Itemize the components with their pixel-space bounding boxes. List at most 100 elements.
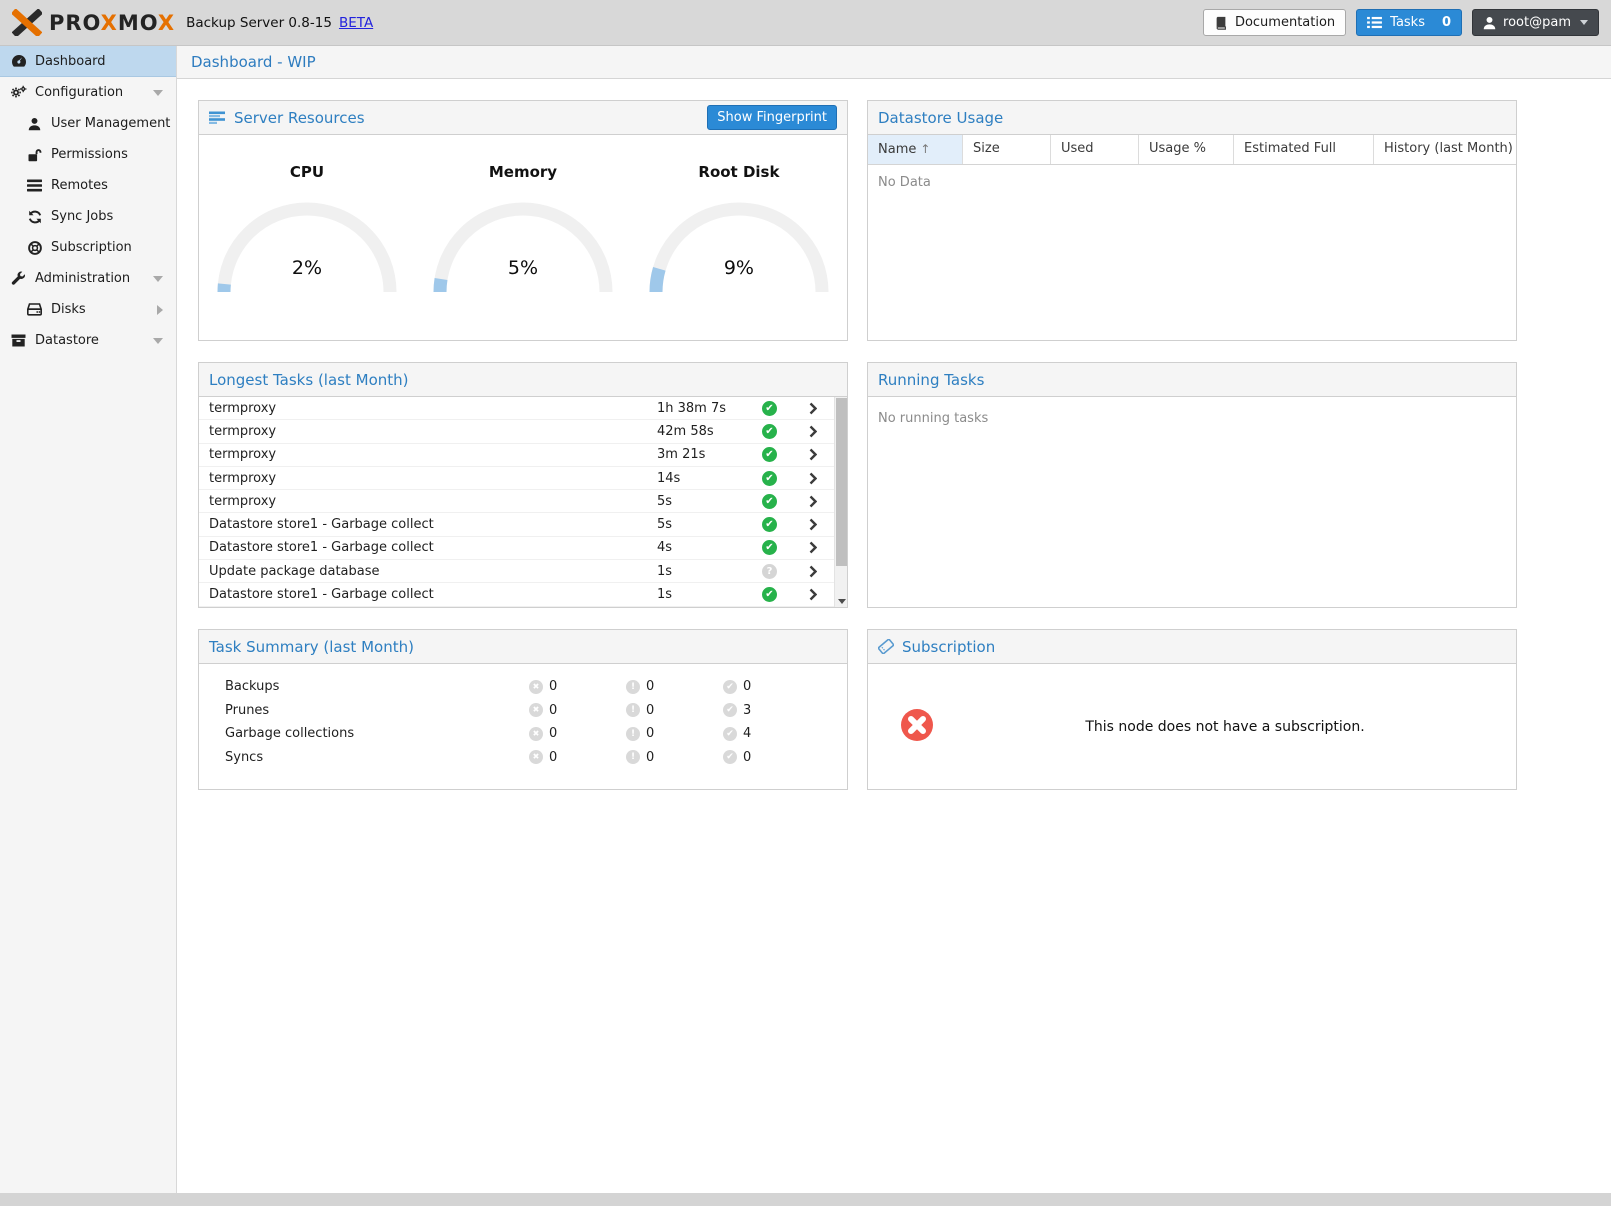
disk-icon [26,302,43,318]
warning-count-icon [626,703,640,717]
column-header-estimated-full[interactable]: Estimated Full [1234,135,1374,164]
user-menu-button[interactable]: root@pam [1472,9,1599,36]
tachometer-icon [10,53,27,69]
warning-count-icon [626,680,640,694]
sort-asc-icon: ↑ [920,142,930,156]
sidebar-item-disks[interactable]: Disks [0,294,176,325]
user-icon [26,116,43,132]
root-disk-gauge-value: 9% [644,257,834,279]
task-row[interactable]: Update package database 1s [199,560,834,583]
ok-count-icon [723,750,737,764]
task-list-scrollbar[interactable] [834,397,847,607]
beta-link[interactable]: BETA [339,15,373,31]
warning-count-icon [626,750,640,764]
task-row[interactable]: termproxy 1h 38m 7s [199,397,834,420]
chevron-right-icon[interactable] [792,472,834,485]
status-ok-icon [762,424,777,439]
sidebar-item-user-management[interactable]: User Management [0,108,176,139]
scrollbar-thumb[interactable] [836,398,847,566]
refresh-icon [26,209,43,225]
datastore-usage-panel: Datastore Usage Name↑ Size Used Usage % … [867,100,1517,341]
summary-row-prunes: Prunes 0 0 3 [199,699,847,723]
error-count-icon [529,750,543,764]
status-unknown-icon [762,564,777,579]
column-header-usage-pct[interactable]: Usage % [1139,135,1234,164]
status-ok-icon [762,517,777,532]
bottom-bar [0,1193,1611,1206]
task-row[interactable]: Datastore store1 - Garbage collect 4s [199,537,834,560]
summary-row-syncs: Syncs 0 0 0 [199,746,847,770]
status-ok-icon [762,401,777,416]
sidebar-item-permissions[interactable]: Permissions [0,139,176,170]
task-summary-panel: Task Summary (last Month) Backups 0 0 0 … [198,629,848,790]
column-header-name[interactable]: Name↑ [868,135,963,164]
archive-icon [10,333,27,349]
brand-wordmark: PROXMOX [49,11,175,35]
page-title: Dashboard - WIP [191,53,316,71]
wrench-icon [10,271,27,287]
memory-gauge-value: 5% [428,257,618,279]
gears-icon [10,85,27,101]
task-row[interactable]: Datastore store1 - Garbage collect 5s [199,513,834,536]
chevron-right-icon[interactable] [792,402,834,415]
sidebar-item-remotes[interactable]: Remotes [0,170,176,201]
tasks-count-badge: 0 [1442,15,1451,30]
memory-gauge: Memory 5% [415,163,631,340]
ok-count-icon [723,680,737,694]
unlock-icon [26,147,43,163]
summary-row-backups: Backups 0 0 0 [199,675,847,699]
column-header-size[interactable]: Size [963,135,1051,164]
chevron-down-icon [153,338,163,344]
task-row[interactable]: termproxy 5s [199,490,834,513]
error-count-icon [529,727,543,741]
sidebar-item-subscription[interactable]: Subscription [0,232,176,263]
sidebar-item-datastore[interactable]: Datastore [0,325,176,356]
user-icon [1483,16,1496,30]
status-ok-icon [762,471,777,486]
summary-row-garbage-collections: Garbage collections 0 0 4 [199,722,847,746]
chevron-right-icon[interactable] [792,588,834,601]
sidebar-item-dashboard[interactable]: Dashboard [0,46,176,77]
task-row[interactable]: Datastore store1 - Garbage collect 1s [199,583,834,606]
book-icon [1214,16,1228,30]
ticket-icon [878,639,894,654]
datastore-empty-text: No Data [868,165,1516,190]
cpu-gauge: CPU 2% [199,163,415,340]
scrollbar-down-arrow[interactable] [838,599,846,604]
task-row[interactable]: termproxy 14s [199,467,834,490]
chevron-right-icon[interactable] [792,541,834,554]
top-bar: PROXMOX Backup Server 0.8-15 BETA Docume… [0,0,1611,46]
sidebar-item-administration[interactable]: Administration [0,263,176,294]
task-row[interactable]: termproxy 42m 58s [199,420,834,443]
status-ok-icon [762,447,777,462]
column-header-history[interactable]: History (last Month) [1374,135,1516,164]
documentation-button[interactable]: Documentation [1203,9,1346,36]
subscription-message: This node does not have a subscription. [934,719,1516,735]
support-icon [26,240,43,256]
chevron-right-icon[interactable] [792,518,834,531]
chevron-down-icon [153,276,163,282]
page-title-bar: Dashboard - WIP [177,46,1611,79]
sidebar-item-sync-jobs[interactable]: Sync Jobs [0,201,176,232]
chevron-right-icon[interactable] [792,495,834,508]
chevron-right-icon[interactable] [792,448,834,461]
task-list-icon [1367,16,1382,29]
chevron-right-icon [157,305,163,315]
server-list-icon [26,178,43,194]
status-ok-icon [762,494,777,509]
no-subscription-icon [900,708,934,746]
task-row[interactable]: termproxy 3m 21s [199,444,834,467]
warning-count-icon [626,727,640,741]
chevron-right-icon[interactable] [792,425,834,438]
chevron-right-icon[interactable] [792,565,834,578]
longest-tasks-panel: Longest Tasks (last Month) termproxy 1h … [198,362,848,608]
app-subtitle: Backup Server 0.8-15 [186,15,332,31]
tasks-button[interactable]: Tasks 0 [1356,9,1462,36]
sidebar-item-configuration[interactable]: Configuration [0,77,176,108]
chevron-down-icon [153,90,163,96]
error-count-icon [529,680,543,694]
column-header-used[interactable]: Used [1051,135,1139,164]
show-fingerprint-button[interactable]: Show Fingerprint [707,105,837,130]
status-ok-icon [762,540,777,555]
cpu-gauge-value: 2% [212,257,402,279]
